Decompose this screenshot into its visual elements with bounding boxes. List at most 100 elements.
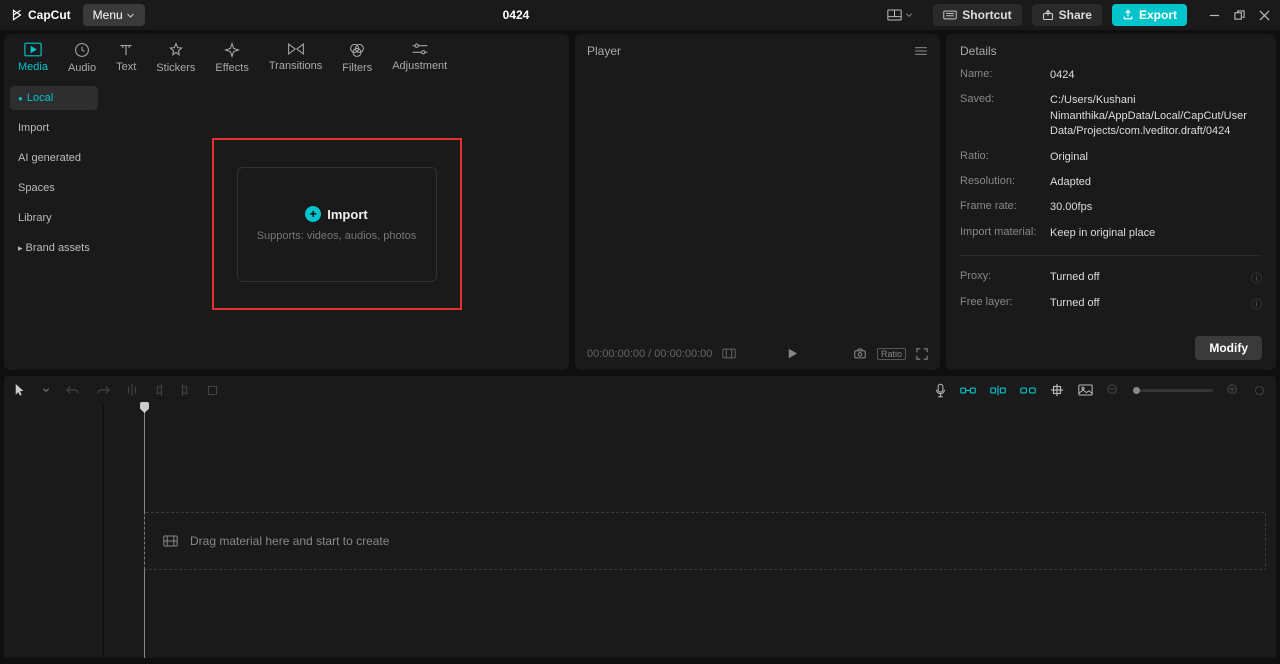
magnet-auto-button[interactable] <box>990 384 1006 397</box>
plus-icon: + <box>305 206 321 222</box>
film-icon <box>163 535 178 547</box>
timeline-dropzone[interactable]: Drag material here and start to create <box>144 512 1266 570</box>
cat-import[interactable]: Import <box>10 116 98 140</box>
export-icon <box>1122 9 1134 21</box>
tab-audio[interactable]: Audio <box>68 42 96 74</box>
value-ratio: Original <box>1050 150 1262 165</box>
import-subtitle: Supports: videos, audios, photos <box>257 230 417 242</box>
keyboard-icon <box>943 10 957 20</box>
redo-button[interactable] <box>96 384 110 396</box>
value-importmat: Keep in original place <box>1050 226 1262 241</box>
crop-button[interactable] <box>206 384 219 397</box>
chevron-down-icon <box>905 11 913 19</box>
maximize-button[interactable] <box>1234 10 1245 21</box>
layout-icon <box>887 9 902 21</box>
share-icon <box>1042 9 1054 21</box>
zoom-out-button[interactable] <box>1107 384 1119 396</box>
zoom-slider[interactable] <box>1133 389 1213 392</box>
label-framerate: Frame rate: <box>960 200 1050 215</box>
tab-media[interactable]: Media <box>18 42 48 74</box>
trim-left-button[interactable] <box>154 383 164 397</box>
player-panel: Player 00:00:00:00 / 00:00:00:00 Ratio <box>575 34 940 370</box>
cat-spaces[interactable]: Spaces <box>10 176 98 200</box>
trim-right-button[interactable] <box>180 383 190 397</box>
tab-text[interactable]: Text <box>116 42 136 74</box>
value-freelayer: Turned off <box>1050 296 1251 312</box>
tab-stickers[interactable]: Stickers <box>156 42 195 74</box>
app-logo: CapCut <box>10 8 71 22</box>
tab-filters[interactable]: Filters <box>342 42 372 74</box>
cat-ai-generated[interactable]: AI generated <box>10 146 98 170</box>
cat-local[interactable]: ●Local <box>10 86 98 110</box>
player-viewport <box>587 58 928 347</box>
fullscreen-icon[interactable] <box>916 348 928 360</box>
label-proxy: Proxy: <box>960 270 1050 286</box>
details-panel: Details Name:0424 Saved:C:/Users/Kushani… <box>946 34 1276 370</box>
media-icon <box>24 42 42 57</box>
label-ratio: Ratio: <box>960 150 1050 165</box>
label-saved: Saved: <box>960 93 1050 139</box>
label-resolution: Resolution: <box>960 175 1050 190</box>
filters-icon <box>349 42 365 58</box>
preview-axis-button[interactable] <box>1050 383 1064 397</box>
mic-button[interactable] <box>935 383 946 398</box>
player-title: Player <box>587 44 621 58</box>
tab-effects[interactable]: Effects <box>215 42 248 74</box>
logo-icon <box>10 8 24 22</box>
transitions-icon <box>287 42 305 56</box>
label-importmat: Import material: <box>960 226 1050 241</box>
modify-button[interactable]: Modify <box>1195 336 1262 360</box>
value-resolution: Adapted <box>1050 175 1262 190</box>
timeline-canvas[interactable]: Drag material here and start to create <box>104 404 1276 658</box>
split-button[interactable] <box>126 383 138 397</box>
value-name: 0424 <box>1050 68 1262 83</box>
magnet-main-button[interactable] <box>960 385 976 396</box>
label-freelayer: Free layer: <box>960 296 1050 312</box>
close-button[interactable] <box>1259 10 1270 21</box>
play-button[interactable] <box>786 347 799 360</box>
timeline-tracks-header <box>4 404 104 658</box>
info-icon[interactable]: ⓘ <box>1251 296 1262 312</box>
effects-icon <box>224 42 240 58</box>
adjustment-icon <box>411 42 429 56</box>
import-dropzone[interactable]: + Import Supports: videos, audios, photo… <box>237 167 437 282</box>
zoom-fit-button[interactable] <box>1253 385 1266 396</box>
value-proxy: Turned off <box>1050 270 1251 286</box>
timeline: Drag material here and start to create <box>4 404 1276 658</box>
timeline-toolbar <box>4 376 1276 404</box>
stickers-icon <box>168 42 184 58</box>
export-button[interactable]: Export <box>1112 4 1187 26</box>
audio-icon <box>74 42 90 58</box>
highlight-box: + Import Supports: videos, audios, photo… <box>212 138 462 310</box>
zoom-in-button[interactable] <box>1227 384 1239 396</box>
media-panel: Media Audio Text Stickers Effects Transi… <box>4 34 569 370</box>
minimize-button[interactable] <box>1209 10 1220 21</box>
quality-icon[interactable] <box>722 348 736 359</box>
info-icon[interactable]: ⓘ <box>1251 270 1262 286</box>
share-button[interactable]: Share <box>1032 4 1102 26</box>
menu-button[interactable]: Menu <box>83 4 145 26</box>
tab-transitions[interactable]: Transitions <box>269 42 322 74</box>
shortcut-button[interactable]: Shortcut <box>933 4 1021 26</box>
chevron-down-icon <box>126 11 135 20</box>
cat-brand-assets[interactable]: ▸Brand assets <box>10 236 98 260</box>
import-title: Import <box>327 207 367 222</box>
cover-button[interactable] <box>1078 384 1093 396</box>
cat-library[interactable]: Library <box>10 206 98 230</box>
tab-adjustment[interactable]: Adjustment <box>392 42 447 74</box>
media-categories: ●Local Import AI generated Spaces Librar… <box>4 78 104 370</box>
text-icon <box>118 42 134 57</box>
timeline-drop-hint: Drag material here and start to create <box>190 534 389 548</box>
player-timecode: 00:00:00:00 / 00:00:00:00 <box>587 348 712 360</box>
details-title: Details <box>960 44 1262 68</box>
app-name: CapCut <box>28 8 71 22</box>
layout-selector[interactable] <box>887 9 913 21</box>
pointer-tool[interactable] <box>14 383 26 397</box>
chevron-down-icon[interactable] <box>42 386 50 394</box>
player-menu-icon[interactable] <box>914 46 928 56</box>
label-name: Name: <box>960 68 1050 83</box>
undo-button[interactable] <box>66 384 80 396</box>
link-button[interactable] <box>1020 385 1036 396</box>
ratio-button[interactable]: Ratio <box>877 348 906 360</box>
snapshot-icon[interactable] <box>853 347 867 360</box>
